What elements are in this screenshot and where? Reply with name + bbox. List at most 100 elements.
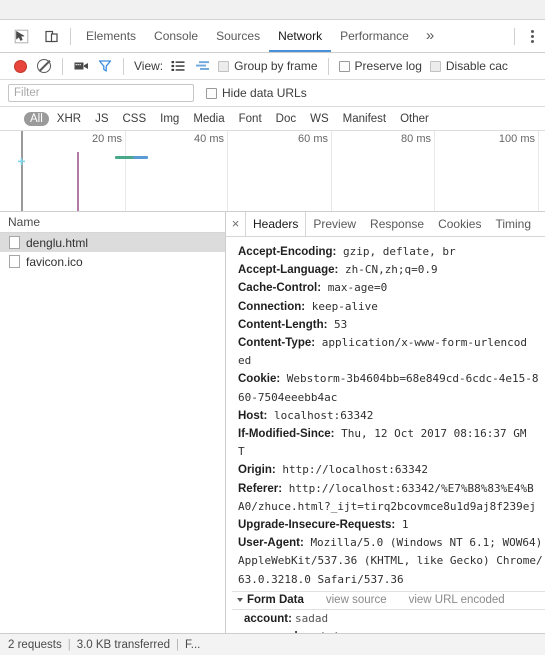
group-by-frame-label: Group by frame: [234, 59, 318, 73]
disable-cache-label: Disable cac: [445, 59, 508, 73]
group-by-frame-control[interactable]: Group by frame: [218, 59, 318, 73]
tabbar-divider: [70, 27, 71, 45]
preserve-log-label: Preserve log: [354, 59, 422, 73]
request-count: 2 requests: [8, 638, 62, 651]
header-row: Connection: keep-alive: [238, 299, 378, 313]
header-row-wrap: AppleWebKit/537.36 (KHTML, like Gecko) C…: [238, 554, 543, 568]
waterfall-view-icon[interactable]: [190, 55, 214, 77]
close-icon[interactable]: ×: [226, 212, 245, 236]
list-view-icon[interactable]: [166, 55, 190, 77]
devtools-tab-bar: Elements Console Sources Network Perform…: [0, 20, 545, 53]
more-tabs-button[interactable]: »: [418, 21, 442, 51]
hide-data-urls-label: Hide data URLs: [222, 86, 307, 100]
tab-response[interactable]: Response: [363, 212, 431, 236]
overview-request-bar: [133, 156, 148, 159]
tab-timing[interactable]: Timing: [488, 212, 538, 236]
clear-button-icon[interactable]: [32, 55, 56, 77]
tab-sources[interactable]: Sources: [207, 20, 269, 52]
type-filter-css[interactable]: CSS: [116, 112, 152, 126]
header-row: If-Modified-Since: Thu, 12 Oct 2017 08:1…: [238, 427, 527, 441]
type-filter-ws[interactable]: WS: [304, 112, 335, 126]
tab-cookies[interactable]: Cookies: [431, 212, 488, 236]
type-filter-all[interactable]: All: [24, 111, 49, 126]
header-row: Content-Type: application/x-www-form-url…: [238, 336, 528, 350]
request-headers-list[interactable]: 8 Accept-Encoding: gzip, deflate, br Acc…: [226, 237, 545, 633]
finish-time: F...: [185, 638, 201, 651]
filter-input[interactable]: [8, 84, 194, 102]
header-row-wrap: 63.0.3218.0 Safari/537.36: [238, 572, 404, 586]
overview-tick: 40 ms: [194, 131, 228, 211]
overview-tick: 100 ms: [499, 131, 539, 211]
tab-network[interactable]: Network: [269, 20, 332, 52]
table-row[interactable]: favicon.ico: [0, 252, 225, 271]
tab-performance[interactable]: Performance: [331, 20, 418, 52]
header-row-wrap: 60-7504eeebb4ac: [238, 390, 338, 404]
preserve-log-checkbox[interactable]: [338, 60, 350, 72]
document-icon: [9, 236, 20, 249]
type-filter-other[interactable]: Other: [394, 112, 435, 126]
detail-tab-bar: × Headers Preview Response Cookies Timin…: [226, 212, 545, 237]
form-data-section-header[interactable]: Form Data view source view URL encoded: [232, 590, 545, 610]
overview-request-marker: [18, 154, 25, 165]
type-filter-doc[interactable]: Doc: [270, 112, 302, 126]
inspect-cursor-icon[interactable]: [8, 24, 34, 48]
hide-data-urls-control[interactable]: Hide data URLs: [206, 86, 307, 100]
tab-preview[interactable]: Preview: [306, 212, 363, 236]
header-row: Content-Length: 53: [238, 317, 348, 331]
toolbar-divider-3: [327, 57, 329, 75]
header-row-wrap: ed: [238, 354, 252, 368]
devtools-window: Elements Console Sources Network Perform…: [0, 0, 545, 655]
toolbar-divider-2: [123, 57, 124, 75]
disable-cache-control[interactable]: Disable cac: [429, 59, 508, 73]
overview-request-bar: [115, 156, 135, 159]
header-row: Cookie: Webstorm-3b4604bb=68e849cd-6cdc-…: [238, 372, 539, 386]
group-by-frame-checkbox[interactable]: [218, 60, 230, 72]
header-row: Cache-Control: max-age=0: [238, 281, 388, 295]
type-filter-font[interactable]: Font: [233, 112, 268, 126]
overview-tick: 80 ms: [401, 131, 435, 211]
overview-tick: 20 ms: [92, 131, 126, 211]
type-filter-manifest[interactable]: Manifest: [337, 112, 392, 126]
camera-icon[interactable]: [69, 55, 93, 77]
clipped-header-line: 8: [232, 237, 545, 243]
kebab-menu-icon[interactable]: [521, 24, 543, 48]
device-toggle-icon[interactable]: [38, 24, 64, 48]
chevron-down-icon: [237, 598, 243, 603]
header-row: Referer: http://localhost:63342/%E7%B8%8…: [238, 481, 534, 495]
hide-data-urls-checkbox[interactable]: [206, 87, 217, 99]
filter-row: Hide data URLs: [0, 80, 545, 107]
view-url-encoded-link[interactable]: view URL encoded: [409, 594, 505, 606]
funnel-filter-icon[interactable]: [93, 55, 117, 77]
request-detail-pane: × Headers Preview Response Cookies Timin…: [226, 212, 545, 633]
form-data-entry: account: sadad: [244, 611, 329, 625]
header-row: Accept-Encoding: gzip, deflate, br: [238, 245, 456, 258]
tabbar-right-group: [508, 24, 545, 48]
type-filter-media[interactable]: Media: [187, 112, 230, 126]
header-row: User-Agent: Mozilla/5.0 (Windows NT 6.1;…: [238, 536, 543, 550]
type-filter-xhr[interactable]: XHR: [51, 112, 87, 126]
toolbar-divider-1: [62, 57, 63, 75]
type-filter-img[interactable]: Img: [154, 112, 185, 126]
header-row: Origin: http://localhost:63342: [238, 463, 429, 477]
view-source-link[interactable]: view source: [326, 594, 387, 606]
overview-tick: 60 ms: [298, 131, 332, 211]
disable-cache-checkbox[interactable]: [429, 60, 441, 72]
resource-type-filters: All XHR JS CSS Img Media Font Doc WS Man…: [0, 107, 545, 131]
tab-elements[interactable]: Elements: [77, 20, 145, 52]
tab-console[interactable]: Console: [145, 20, 207, 52]
preserve-log-control[interactable]: Preserve log: [338, 59, 422, 73]
type-filter-js[interactable]: JS: [89, 112, 114, 126]
network-status-bar: 2 requests | 3.0 KB transferred | F...: [0, 633, 545, 655]
tab-headers[interactable]: Headers: [245, 212, 307, 236]
header-row-wrap: A0/zhuce.html?_ijt=tirq2bcovmce8u1d9aj8f…: [238, 499, 537, 513]
column-header-name: Name: [8, 215, 41, 229]
record-button-icon[interactable]: [8, 55, 32, 77]
network-overview-timeline[interactable]: 20 ms 40 ms 60 ms 80 ms 100 ms: [0, 131, 545, 212]
status-divider: |: [176, 638, 180, 651]
tabbar-divider-right: [514, 27, 515, 45]
table-row[interactable]: denglu.html: [0, 233, 225, 252]
network-split-pane: Name denglu.html favicon.ico × Headers P…: [0, 212, 545, 633]
transferred-size: 3.0 KB transferred: [76, 638, 171, 651]
request-name: denglu.html: [26, 235, 89, 250]
browser-top-strip: [0, 0, 545, 20]
